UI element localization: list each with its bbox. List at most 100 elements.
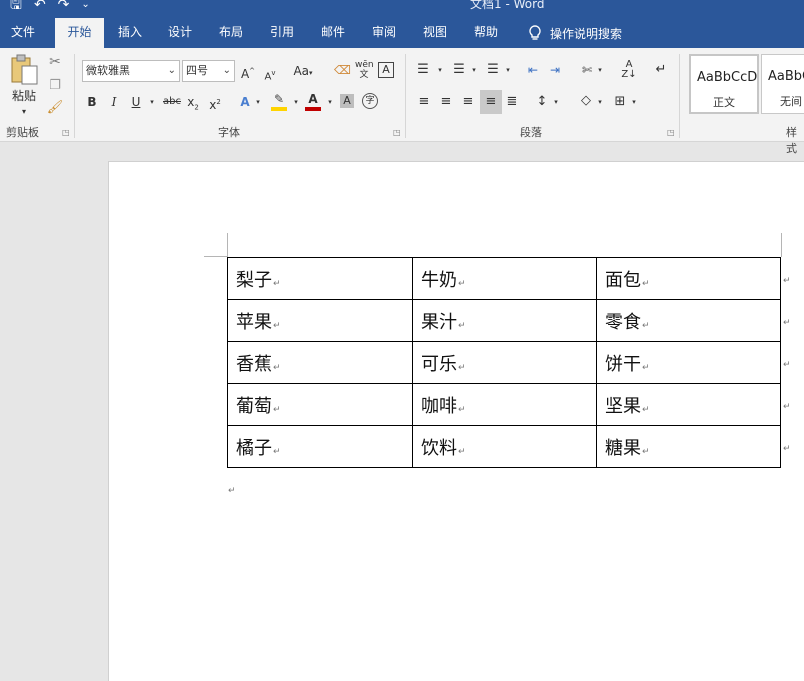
chevron-down-icon: ⌄: [167, 65, 176, 76]
decrease-indent-icon[interactable]: ⇤: [524, 62, 542, 78]
style-normal[interactable]: AaBbCcD 正文: [689, 54, 759, 114]
copy-icon[interactable]: ❐: [46, 78, 64, 94]
font-name-select[interactable]: 微软雅黑 ⌄: [82, 60, 180, 82]
bullets-icon[interactable]: ☰: [414, 62, 432, 78]
style-no-spacing[interactable]: AaBbC 无间: [761, 54, 804, 114]
underline-button[interactable]: U: [130, 94, 142, 110]
subscript-button[interactable]: x2: [186, 94, 200, 115]
superscript-button[interactable]: x2: [208, 94, 222, 113]
character-border-icon[interactable]: A: [378, 62, 394, 78]
tab-home[interactable]: 开始: [55, 18, 104, 48]
bold-button[interactable]: B: [86, 94, 98, 110]
strikethrough-button[interactable]: abc: [162, 94, 182, 110]
chevron-down-icon[interactable]: ▾: [436, 62, 444, 78]
table-cell[interactable]: 零食↵: [596, 299, 781, 342]
font-size-select[interactable]: 四号 ⌄: [182, 60, 235, 82]
numbering-icon[interactable]: ☰: [450, 62, 468, 78]
borders-icon[interactable]: ⊞: [612, 94, 628, 110]
group-separator: [679, 54, 680, 138]
style-normal-name: 正文: [713, 96, 735, 109]
tell-me-search[interactable]: 操作说明搜索: [528, 18, 622, 48]
table-cell[interactable]: 坚果↵: [596, 383, 781, 426]
undo-icon[interactable]: ↶: [34, 0, 46, 14]
italic-button[interactable]: I: [108, 94, 120, 110]
chevron-down-icon[interactable]: ▾: [6, 104, 42, 120]
document-table[interactable]: 梨子↵ 牛奶↵ 面包↵ 苹果↵ 果汁↵ 零食↵ 香蕉↵ 可乐↵ 饼干↵ 葡萄↵ …: [227, 257, 781, 468]
tab-help[interactable]: 帮助: [464, 18, 508, 48]
save-icon[interactable]: 🖫: [10, 0, 22, 14]
phonetic-guide-icon[interactable]: wēn 文: [355, 60, 374, 80]
chevron-down-icon[interactable]: ▾: [504, 62, 512, 78]
table-cell[interactable]: 糖果↵: [596, 425, 781, 468]
distributed-icon[interactable]: ≣: [504, 94, 520, 110]
chevron-down-icon[interactable]: ▾: [470, 62, 478, 78]
chevron-down-icon[interactable]: ▾: [292, 94, 300, 110]
justify-icon[interactable]: ≡: [480, 90, 502, 114]
format-painter-icon[interactable]: 🖌: [46, 100, 64, 116]
table-cell[interactable]: 香蕉↵: [227, 341, 413, 384]
enclose-characters-icon[interactable]: 字: [362, 93, 378, 109]
dialog-launcher-icon[interactable]: ◳: [62, 128, 70, 137]
font-color-button[interactable]: A: [304, 91, 322, 111]
tab-layout[interactable]: 布局: [209, 18, 253, 48]
table-cell[interactable]: 饼干↵: [596, 341, 781, 384]
align-center-icon[interactable]: ≡: [438, 94, 454, 110]
line-spacing-icon[interactable]: ↕: [534, 94, 550, 110]
text-effects-icon[interactable]: A: [238, 94, 252, 110]
character-shading-icon[interactable]: A: [340, 94, 354, 108]
shading-icon[interactable]: ◇: [578, 93, 594, 109]
paste-button[interactable]: 粘贴 ▾: [6, 54, 42, 116]
tab-file[interactable]: 文件: [0, 18, 46, 48]
paragraph-mark: ↵: [458, 446, 466, 457]
table-cell[interactable]: 咖啡↵: [412, 383, 597, 426]
tab-review[interactable]: 审阅: [362, 18, 406, 48]
table-cell[interactable]: 苹果↵: [227, 299, 413, 342]
change-case-button[interactable]: Aa▾: [290, 63, 316, 81]
group-label-clipboard: 剪贴板: [6, 126, 39, 139]
show-formatting-marks-icon[interactable]: ↵: [652, 62, 670, 78]
increase-indent-icon[interactable]: ⇥: [546, 62, 564, 78]
table-row: 香蕉↵ 可乐↵ 饼干↵: [227, 341, 781, 384]
chevron-down-icon[interactable]: ▾: [552, 94, 560, 110]
paragraph-mark: ↵: [642, 404, 650, 415]
tab-insert[interactable]: 插入: [108, 18, 152, 48]
sort-icon[interactable]: A Z↓: [620, 60, 638, 80]
chevron-down-icon[interactable]: ▾: [596, 62, 604, 78]
scissors-icon[interactable]: ✂: [46, 54, 64, 70]
table-cell[interactable]: 果汁↵: [412, 299, 597, 342]
asian-layout-icon[interactable]: ✄: [578, 62, 596, 78]
clear-formatting-icon[interactable]: ⌫: [334, 62, 351, 78]
margin-corner-mark: [227, 233, 228, 257]
chevron-down-icon[interactable]: ▾: [254, 94, 262, 110]
chevron-down-icon[interactable]: ▾: [326, 94, 334, 110]
multilevel-list-icon[interactable]: ☰: [484, 62, 502, 78]
chevron-down-icon[interactable]: ⌄: [81, 0, 89, 14]
table-cell[interactable]: 葡萄↵: [227, 383, 413, 426]
dialog-launcher-icon[interactable]: ◳: [667, 128, 675, 137]
tab-references[interactable]: 引用: [260, 18, 304, 48]
table-cell[interactable]: 梨子↵: [227, 257, 413, 300]
chevron-down-icon[interactable]: ▾: [596, 94, 604, 110]
highlight-color-button[interactable]: ✎: [270, 91, 288, 111]
align-right-icon[interactable]: ≡: [460, 94, 476, 110]
chevron-down-icon[interactable]: ▾: [148, 94, 156, 110]
highlighter-icon: ✎: [273, 92, 285, 106]
tab-mailings[interactable]: 邮件: [311, 18, 355, 48]
tab-view[interactable]: 视图: [413, 18, 457, 48]
table-cell[interactable]: 牛奶↵: [412, 257, 597, 300]
title-bar: 🖫 ↶ ↷ ⌄ 文档1 - Word: [0, 0, 804, 18]
redo-icon[interactable]: ↷: [58, 0, 70, 14]
paragraph-mark: ↵: [273, 362, 281, 373]
end-of-row-mark: ↵: [783, 444, 791, 454]
shrink-font-button[interactable]: Av: [262, 65, 278, 85]
table-cell[interactable]: 饮料↵: [412, 425, 597, 468]
chevron-down-icon[interactable]: ▾: [630, 94, 638, 110]
align-left-icon[interactable]: ≡: [416, 94, 432, 110]
dialog-launcher-icon[interactable]: ◳: [393, 128, 401, 137]
grow-font-button[interactable]: A^: [240, 63, 256, 82]
table-cell[interactable]: 可乐↵: [412, 341, 597, 384]
table-cell[interactable]: 橘子↵: [227, 425, 413, 468]
tab-design[interactable]: 设计: [158, 18, 202, 48]
table-row: 葡萄↵ 咖啡↵ 坚果↵: [227, 383, 781, 426]
table-cell[interactable]: 面包↵: [596, 257, 781, 300]
